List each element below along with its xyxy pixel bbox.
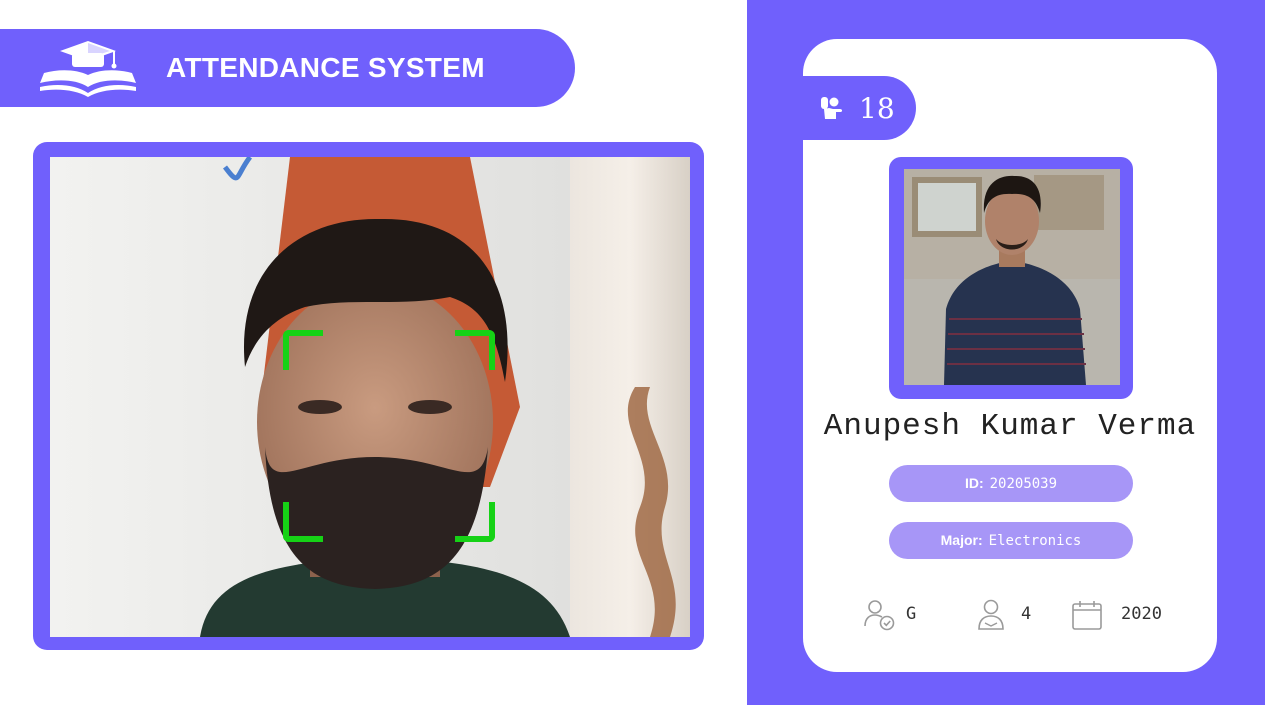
student-name: Anupesh Kumar Verma — [823, 409, 1197, 444]
header-banner: ATTENDANCE SYSTEM — [0, 29, 575, 107]
graduation-cap-book-icon — [36, 39, 140, 97]
student-stats-row: G 4 2020 — [803, 594, 1217, 634]
face-detection-box — [283, 330, 495, 542]
year-stat: 4 — [977, 594, 1047, 634]
student-major-pill: Major: Electronics — [889, 522, 1133, 559]
face-box-corner — [283, 502, 323, 542]
starting-year-stat: 2020 — [1071, 594, 1181, 634]
student-photo-frame — [889, 157, 1133, 399]
webcam-feed — [50, 157, 690, 637]
standing-value: G — [906, 604, 917, 624]
student-icon — [978, 599, 1004, 630]
attendance-count-badge: 18 — [803, 76, 916, 140]
year-value: 4 — [1021, 604, 1032, 624]
face-box-corner — [455, 330, 495, 370]
student-info-card: 18 Anupesh Kumar Verma ID: 20205039 Majo… — [803, 39, 1217, 672]
student-major-label: Major: — [940, 532, 983, 548]
student-photo — [904, 169, 1120, 385]
face-box-corner — [455, 502, 495, 542]
user-check-icon — [864, 600, 895, 631]
face-box-corner — [283, 330, 323, 370]
calendar-icon — [1072, 601, 1102, 630]
attendance-count: 18 — [859, 92, 895, 125]
student-id-value: 20205039 — [989, 476, 1058, 492]
student-major-value: Electronics — [988, 533, 1082, 549]
camera-frame — [33, 142, 704, 650]
raised-hand-icon — [819, 95, 845, 121]
starting-year-value: 2020 — [1121, 604, 1162, 624]
student-id-pill: ID: 20205039 — [889, 465, 1133, 502]
standing-stat: G — [863, 594, 943, 634]
student-id-label: ID: — [964, 475, 984, 491]
app-title: ATTENDANCE SYSTEM — [166, 52, 485, 83]
